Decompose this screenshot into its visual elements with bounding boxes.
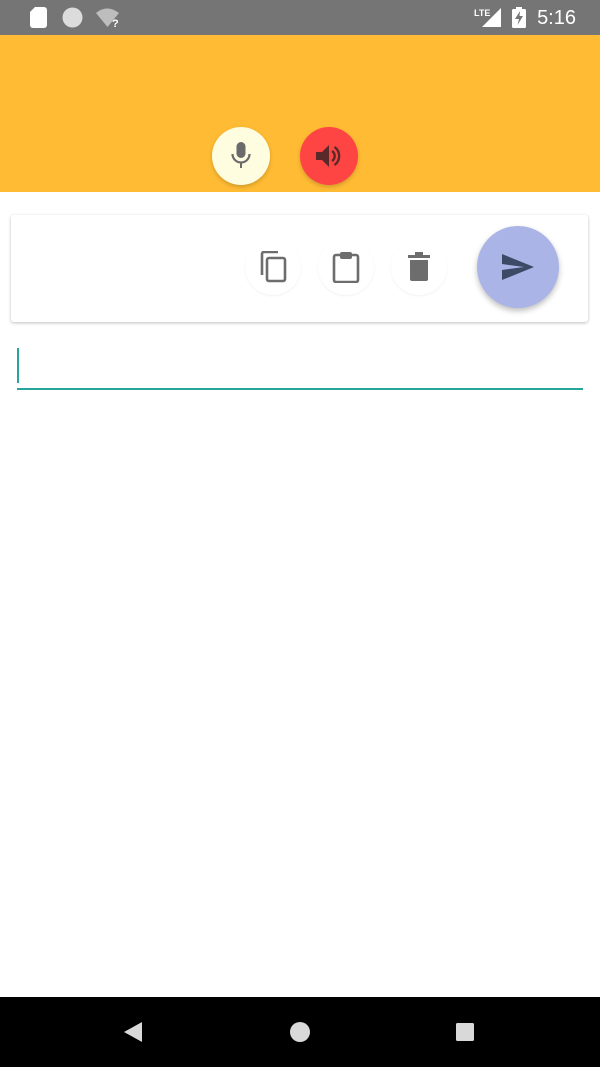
battery-charging-icon: [512, 7, 526, 28]
status-bar: ? LTE 5:16: [0, 0, 600, 35]
wifi-unknown-icon: ?: [96, 8, 119, 28]
home-button[interactable]: [285, 1017, 315, 1047]
text-cursor: [17, 348, 19, 383]
copy-icon: [260, 251, 287, 283]
paste-button[interactable]: [318, 239, 374, 295]
text-input-container[interactable]: [17, 342, 583, 390]
app-screen: ? LTE 5:16: [0, 0, 600, 1067]
app-header: [0, 35, 600, 192]
text-input[interactable]: [17, 342, 583, 386]
clipboard-icon: [332, 252, 360, 283]
recents-button[interactable]: [450, 1017, 480, 1047]
mic-icon: [231, 142, 251, 168]
status-time: 5:16: [537, 7, 576, 29]
home-icon: [290, 1022, 310, 1042]
recents-icon: [456, 1023, 474, 1041]
trash-icon: [408, 252, 430, 281]
copy-button[interactable]: [245, 239, 301, 295]
network-label: LTE: [474, 8, 490, 18]
send-icon: [502, 254, 534, 280]
back-icon: [124, 1022, 142, 1042]
delete-button[interactable]: [391, 239, 447, 295]
speaker-icon: [316, 145, 341, 167]
speaker-button[interactable]: [300, 127, 358, 185]
svg-text:?: ?: [112, 18, 119, 28]
navigation-bar: [0, 997, 600, 1067]
sd-card-icon: [30, 7, 47, 28]
lte-signal-icon: LTE: [474, 8, 501, 27]
mic-button[interactable]: [212, 127, 270, 185]
toolbar-card: [11, 215, 588, 322]
send-button[interactable]: [477, 226, 559, 308]
circle-icon: [62, 7, 83, 28]
back-button[interactable]: [118, 1017, 148, 1047]
